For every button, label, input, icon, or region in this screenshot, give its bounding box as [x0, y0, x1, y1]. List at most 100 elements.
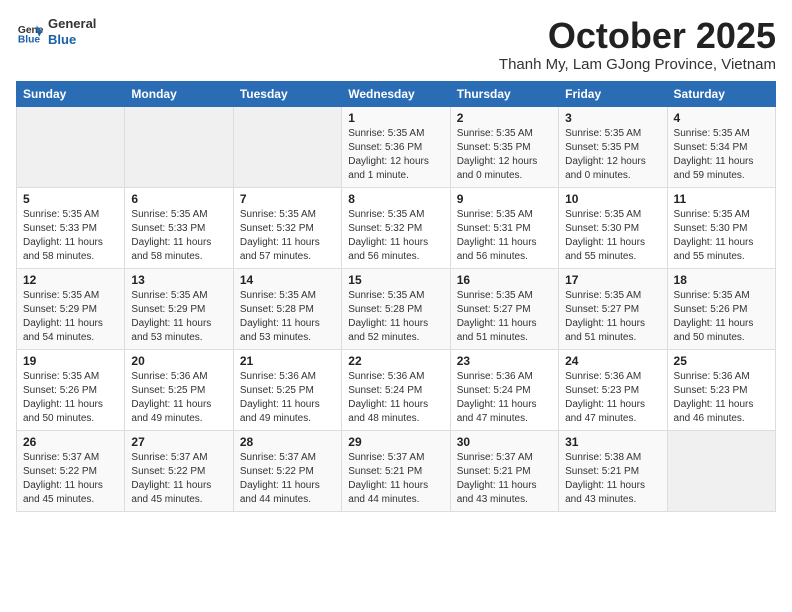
- day-number: 1: [348, 111, 443, 125]
- location-subtitle: Thanh My, Lam GJong Province, Vietnam: [499, 56, 776, 73]
- day-info: Sunrise: 5:37 AM Sunset: 5:22 PM Dayligh…: [240, 451, 335, 507]
- day-number: 7: [240, 192, 335, 206]
- day-number: 11: [674, 192, 769, 206]
- calendar-cell: 25 Sunrise: 5:36 AM Sunset: 5:23 PM Dayli…: [667, 349, 775, 430]
- calendar-cell: 22 Sunrise: 5:36 AM Sunset: 5:24 PM Dayli…: [342, 349, 450, 430]
- day-info: Sunrise: 5:35 AM Sunset: 5:33 PM Dayligh…: [23, 208, 118, 264]
- calendar-week-row: 12 Sunrise: 5:35 AM Sunset: 5:29 PM Dayli…: [17, 268, 776, 349]
- calendar-cell: [125, 106, 233, 187]
- month-title: October 2025: [499, 16, 776, 56]
- day-number: 22: [348, 354, 443, 368]
- day-info: Sunrise: 5:35 AM Sunset: 5:33 PM Dayligh…: [131, 208, 226, 264]
- calendar-header-monday: Monday: [125, 81, 233, 106]
- day-info: Sunrise: 5:35 AM Sunset: 5:28 PM Dayligh…: [240, 289, 335, 345]
- calendar-week-row: 1 Sunrise: 5:35 AM Sunset: 5:36 PM Daylig…: [17, 106, 776, 187]
- calendar-header-wednesday: Wednesday: [342, 81, 450, 106]
- day-number: 27: [131, 435, 226, 449]
- day-number: 5: [23, 192, 118, 206]
- day-info: Sunrise: 5:35 AM Sunset: 5:28 PM Dayligh…: [348, 289, 443, 345]
- calendar-cell: 21Sunrise: 5:36 AM Sunset: 5:25 PM Dayli…: [233, 349, 341, 430]
- day-info: Sunrise: 5:35 AM Sunset: 5:26 PM Dayligh…: [674, 289, 769, 345]
- day-info: Sunrise: 5:36 AM Sunset: 5:23 PM Dayligh…: [565, 370, 660, 426]
- calendar-cell: 7 Sunrise: 5:35 AM Sunset: 5:32 PM Daylig…: [233, 187, 341, 268]
- day-number: 26: [23, 435, 118, 449]
- calendar-cell: 10Sunrise: 5:35 AM Sunset: 5:30 PM Dayli…: [559, 187, 667, 268]
- calendar-cell: 15Sunrise: 5:35 AM Sunset: 5:28 PM Dayli…: [342, 268, 450, 349]
- day-number: 29: [348, 435, 443, 449]
- day-number: 2: [457, 111, 552, 125]
- calendar-cell: 14Sunrise: 5:35 AM Sunset: 5:28 PM Dayli…: [233, 268, 341, 349]
- calendar-cell: [667, 430, 775, 511]
- calendar-cell: 31 Sunrise: 5:38 AM Sunset: 5:21 PM Dayli…: [559, 430, 667, 511]
- day-info: Sunrise: 5:35 AM Sunset: 5:34 PM Dayligh…: [674, 127, 769, 183]
- calendar-cell: 2 Sunrise: 5:35 AM Sunset: 5:35 PM Daylig…: [450, 106, 558, 187]
- calendar-header-sunday: Sunday: [17, 81, 125, 106]
- day-info: Sunrise: 5:36 AM Sunset: 5:24 PM Dayligh…: [457, 370, 552, 426]
- day-info: Sunrise: 5:35 AM Sunset: 5:36 PM Dayligh…: [348, 127, 443, 183]
- day-info: Sunrise: 5:35 AM Sunset: 5:27 PM Dayligh…: [565, 289, 660, 345]
- calendar-week-row: 26 Sunrise: 5:37 AM Sunset: 5:22 PM Dayli…: [17, 430, 776, 511]
- calendar-header-row: SundayMondayTuesdayWednesdayThursdayFrid…: [17, 81, 776, 106]
- day-number: 30: [457, 435, 552, 449]
- day-number: 13: [131, 273, 226, 287]
- day-info: Sunrise: 5:35 AM Sunset: 5:35 PM Dayligh…: [565, 127, 660, 183]
- day-number: 8: [348, 192, 443, 206]
- day-info: Sunrise: 5:35 AM Sunset: 5:29 PM Dayligh…: [131, 289, 226, 345]
- calendar-cell: 20 Sunrise: 5:36 AM Sunset: 5:25 PM Dayli…: [125, 349, 233, 430]
- logo-icon: General Blue: [16, 18, 44, 46]
- day-number: 31: [565, 435, 660, 449]
- day-info: Sunrise: 5:36 AM Sunset: 5:23 PM Dayligh…: [674, 370, 769, 426]
- day-number: 12: [23, 273, 118, 287]
- day-info: Sunrise: 5:35 AM Sunset: 5:31 PM Dayligh…: [457, 208, 552, 264]
- calendar-header-thursday: Thursday: [450, 81, 558, 106]
- page-header: General Blue General Blue October 2025 T…: [16, 16, 776, 73]
- calendar-cell: 24 Sunrise: 5:36 AM Sunset: 5:23 PM Dayli…: [559, 349, 667, 430]
- day-info: Sunrise: 5:37 AM Sunset: 5:22 PM Dayligh…: [131, 451, 226, 507]
- day-number: 6: [131, 192, 226, 206]
- calendar-cell: 27 Sunrise: 5:37 AM Sunset: 5:22 PM Dayli…: [125, 430, 233, 511]
- day-number: 3: [565, 111, 660, 125]
- day-info: Sunrise: 5:37 AM Sunset: 5:22 PM Dayligh…: [23, 451, 118, 507]
- day-info: Sunrise: 5:38 AM Sunset: 5:21 PM Dayligh…: [565, 451, 660, 507]
- calendar-header-friday: Friday: [559, 81, 667, 106]
- calendar-cell: 5 Sunrise: 5:35 AM Sunset: 5:33 PM Daylig…: [17, 187, 125, 268]
- calendar-cell: [17, 106, 125, 187]
- day-number: 16: [457, 273, 552, 287]
- logo-line2: Blue: [48, 32, 96, 48]
- day-number: 25: [674, 354, 769, 368]
- title-block: October 2025 Thanh My, Lam GJong Provinc…: [499, 16, 776, 73]
- day-info: Sunrise: 5:35 AM Sunset: 5:32 PM Dayligh…: [348, 208, 443, 264]
- day-info: Sunrise: 5:37 AM Sunset: 5:21 PM Dayligh…: [348, 451, 443, 507]
- calendar-table: SundayMondayTuesdayWednesdayThursdayFrid…: [16, 81, 776, 512]
- calendar-cell: 8 Sunrise: 5:35 AM Sunset: 5:32 PM Daylig…: [342, 187, 450, 268]
- day-info: Sunrise: 5:35 AM Sunset: 5:35 PM Dayligh…: [457, 127, 552, 183]
- calendar-week-row: 19Sunrise: 5:35 AM Sunset: 5:26 PM Dayli…: [17, 349, 776, 430]
- calendar-cell: 11Sunrise: 5:35 AM Sunset: 5:30 PM Dayli…: [667, 187, 775, 268]
- day-number: 28: [240, 435, 335, 449]
- day-info: Sunrise: 5:36 AM Sunset: 5:24 PM Dayligh…: [348, 370, 443, 426]
- day-number: 24: [565, 354, 660, 368]
- calendar-cell: 23Sunrise: 5:36 AM Sunset: 5:24 PM Dayli…: [450, 349, 558, 430]
- day-number: 4: [674, 111, 769, 125]
- svg-text:Blue: Blue: [18, 34, 41, 45]
- calendar-cell: 19Sunrise: 5:35 AM Sunset: 5:26 PM Dayli…: [17, 349, 125, 430]
- day-number: 20: [131, 354, 226, 368]
- day-info: Sunrise: 5:35 AM Sunset: 5:32 PM Dayligh…: [240, 208, 335, 264]
- calendar-cell: 1 Sunrise: 5:35 AM Sunset: 5:36 PM Daylig…: [342, 106, 450, 187]
- calendar-cell: 16Sunrise: 5:35 AM Sunset: 5:27 PM Dayli…: [450, 268, 558, 349]
- day-info: Sunrise: 5:35 AM Sunset: 5:29 PM Dayligh…: [23, 289, 118, 345]
- day-number: 18: [674, 273, 769, 287]
- calendar-cell: 3 Sunrise: 5:35 AM Sunset: 5:35 PM Daylig…: [559, 106, 667, 187]
- day-number: 10: [565, 192, 660, 206]
- calendar-cell: 29 Sunrise: 5:37 AM Sunset: 5:21 PM Dayli…: [342, 430, 450, 511]
- logo-line1: General: [48, 16, 96, 32]
- calendar-header-saturday: Saturday: [667, 81, 775, 106]
- day-info: Sunrise: 5:35 AM Sunset: 5:26 PM Dayligh…: [23, 370, 118, 426]
- calendar-cell: 18 Sunrise: 5:35 AM Sunset: 5:26 PM Dayli…: [667, 268, 775, 349]
- day-info: Sunrise: 5:36 AM Sunset: 5:25 PM Dayligh…: [240, 370, 335, 426]
- calendar-cell: 28 Sunrise: 5:37 AM Sunset: 5:22 PM Dayli…: [233, 430, 341, 511]
- calendar-cell: 4 Sunrise: 5:35 AM Sunset: 5:34 PM Daylig…: [667, 106, 775, 187]
- logo: General Blue General Blue: [16, 16, 96, 47]
- day-info: Sunrise: 5:36 AM Sunset: 5:25 PM Dayligh…: [131, 370, 226, 426]
- calendar-cell: 12 Sunrise: 5:35 AM Sunset: 5:29 PM Dayli…: [17, 268, 125, 349]
